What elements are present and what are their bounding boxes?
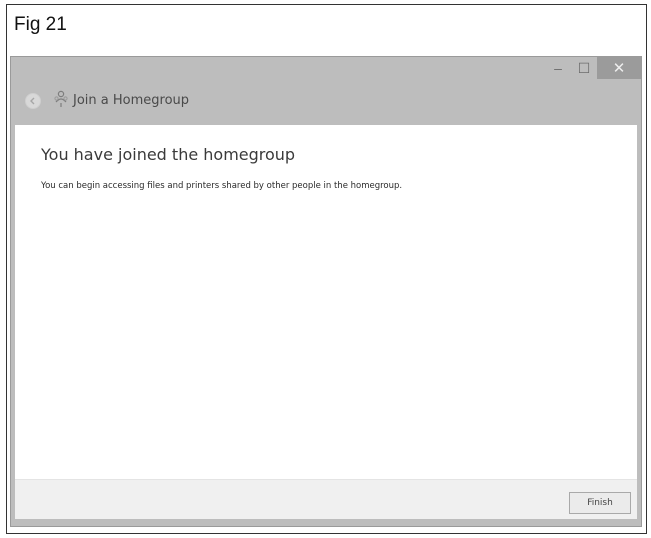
minimize-icon: – [554,60,562,76]
window-title: Join a Homegroup [73,93,190,108]
content-panel: You have joined the homegroup You can be… [15,125,637,479]
back-button[interactable] [25,93,41,109]
figure-frame: Fig 21 – ☐ ✕ Join a Homegroup You have j… [6,4,647,534]
dialog-window: – ☐ ✕ Join a Homegroup You have joined t… [10,56,642,527]
maximize-icon: ☐ [577,59,591,76]
figure-label: Fig 21 [14,14,67,35]
maximize-button[interactable]: ☐ [571,57,597,79]
window-controls: – ☐ ✕ [545,57,641,81]
footer-bar: Finish [15,479,637,519]
back-arrow-icon [30,97,35,105]
minimize-button[interactable]: – [545,57,571,79]
description-text: You can begin accessing files and printe… [41,181,403,191]
page-heading: You have joined the homegroup [41,145,296,164]
close-button[interactable]: ✕ [597,57,641,79]
close-icon: ✕ [612,60,626,77]
homegroup-icon [54,90,68,107]
finish-button[interactable]: Finish [569,492,631,514]
title-bar: – ☐ ✕ Join a Homegroup [11,57,641,125]
